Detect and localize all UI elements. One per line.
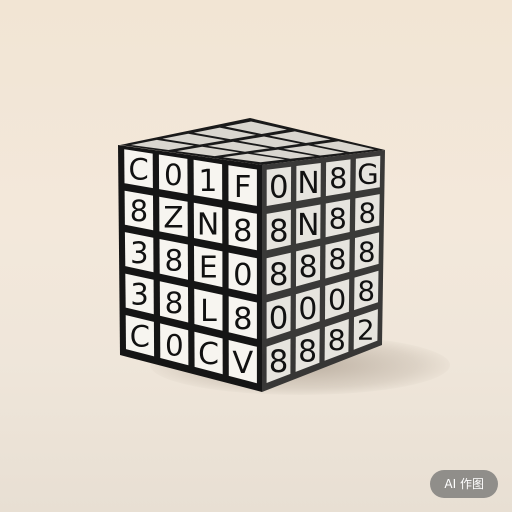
front-glyph: F — [234, 170, 252, 205]
front-glyph: Z — [163, 201, 183, 235]
ai-generated-badge: AI 作图 — [430, 470, 498, 498]
front-glyph: L — [200, 294, 217, 329]
front-glyph: E — [199, 251, 218, 286]
side-glyph: 8 — [269, 213, 289, 249]
front-glyph: 0 — [165, 328, 184, 362]
front-glyph: V — [232, 346, 253, 381]
front-glyph: C — [129, 152, 149, 186]
side-glyph: 8 — [328, 242, 346, 276]
front-glyph: 0 — [164, 158, 183, 192]
side-glyph: 8 — [358, 236, 376, 269]
number-cube: C 0 1 F8 Z N 83 8 E 03 8 L 8C 0 C V 0 N 8 G8 N 8 88 8 8 80 0 0 88 8 8… — [118, 118, 385, 392]
side-glyph: 8 — [269, 257, 289, 293]
front-glyph: 3 — [130, 278, 148, 312]
side-glyph: 0 — [298, 292, 317, 327]
side-glyph: N — [297, 166, 319, 201]
front-glyph: 3 — [130, 236, 148, 270]
front-glyph: 8 — [233, 214, 252, 249]
side-glyph: G — [357, 158, 378, 191]
front-glyph: C — [198, 337, 219, 372]
side-glyph: 8 — [359, 197, 377, 230]
side-glyph: 0 — [328, 283, 346, 317]
side-glyph: 8 — [269, 344, 289, 380]
front-glyph: N — [197, 207, 219, 242]
front-glyph: 8 — [164, 243, 183, 277]
side-glyph: 2 — [357, 314, 375, 347]
front-glyph: C — [130, 320, 150, 354]
front-glyph: 8 — [165, 286, 184, 320]
side-glyph: 8 — [299, 250, 318, 285]
front-glyph: 0 — [233, 258, 252, 293]
side-glyph: 8 — [329, 161, 347, 195]
side-glyph: N — [297, 208, 319, 243]
side-glyph: 8 — [329, 202, 347, 236]
side-glyph: 8 — [298, 334, 317, 369]
side-glyph: 0 — [269, 170, 289, 206]
side-glyph: 0 — [269, 301, 289, 337]
photo-scene: C01F8ZN838E038L8C0CV 0N8G8N8888880008888… — [0, 0, 512, 512]
side-glyph: 8 — [328, 323, 346, 357]
side-glyph: 8 — [358, 275, 376, 308]
front-glyph: 8 — [233, 302, 252, 337]
front-glyph: 1 — [198, 164, 217, 199]
front-glyph: 8 — [130, 194, 148, 228]
